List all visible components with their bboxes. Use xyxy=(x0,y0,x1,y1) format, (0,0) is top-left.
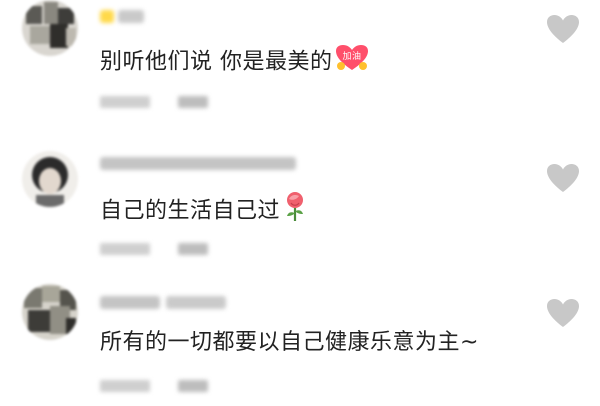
comment-list: 别听他们说 你是最美的 加油 自己的生活自己过 所有的一切都要以自己健康乐意为主… xyxy=(0,0,600,406)
heart-icon[interactable] xyxy=(546,14,580,44)
comment-text-label: 别听他们说 你是最美的 xyxy=(100,49,333,75)
comment-text-label: 所有的一切都要以自己健康乐意为主~ xyxy=(100,330,479,355)
username[interactable] xyxy=(166,296,226,309)
comment-timestamp xyxy=(100,96,150,108)
username[interactable] xyxy=(118,10,144,23)
username[interactable] xyxy=(100,157,296,170)
heart-icon[interactable] xyxy=(546,163,580,193)
reply-button[interactable] xyxy=(178,243,208,255)
jiayou-heart-icon: 加油 xyxy=(335,44,369,81)
comment-text-label: 自己的生活自己过 xyxy=(100,198,281,224)
comment-item: 别听他们说 你是最美的 加油 xyxy=(0,0,600,135)
avatar[interactable] xyxy=(22,284,78,340)
comment-timestamp xyxy=(100,243,150,255)
avatar[interactable] xyxy=(22,151,78,207)
avatar[interactable] xyxy=(22,0,78,56)
reply-button[interactable] xyxy=(178,380,208,392)
reply-button[interactable] xyxy=(178,96,208,108)
comment-text: 所有的一切都要以自己健康乐意为主~ xyxy=(100,328,479,358)
comment-item: 所有的一切都要以自己健康乐意为主~ xyxy=(0,282,600,406)
comment-timestamp xyxy=(100,380,150,392)
heart-icon[interactable] xyxy=(546,298,580,328)
username[interactable] xyxy=(100,296,160,309)
emoji-label: 加油 xyxy=(342,50,361,62)
comment-item: 自己的生活自己过 xyxy=(0,145,600,280)
comment-text: 自己的生活自己过 xyxy=(100,191,308,232)
username[interactable] xyxy=(100,10,114,23)
comment-text: 别听他们说 你是最美的 加油 xyxy=(100,44,369,81)
rose-icon xyxy=(282,191,308,232)
